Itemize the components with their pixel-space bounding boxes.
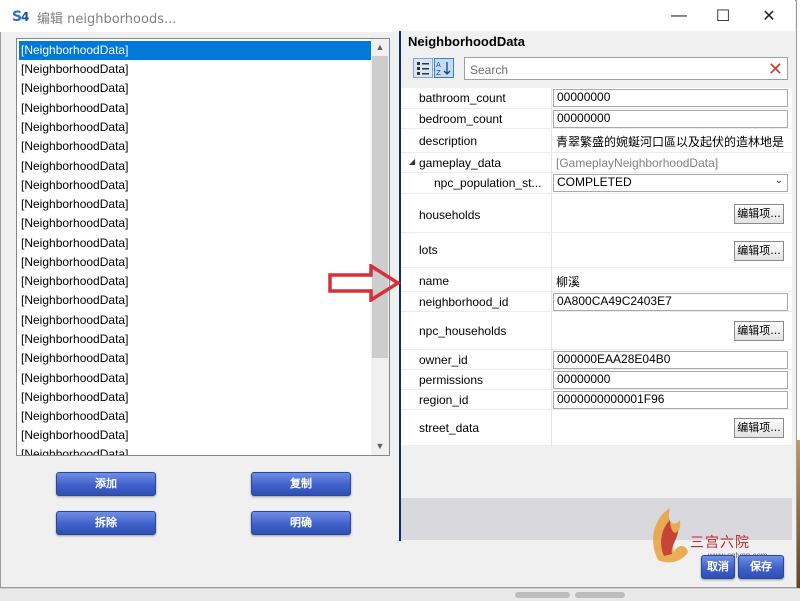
property-row-name: name 柳溪: [401, 268, 792, 292]
property-name: street_data: [419, 421, 480, 435]
property-row-npc-population-state: npc_population_st... COMPLETED ⌄: [401, 173, 792, 194]
property-grid: bathroom_count 00000000 bedroom_count 00…: [401, 88, 792, 446]
alphabetical-sort-icon[interactable]: AZ: [434, 58, 454, 78]
maximize-button[interactable]: ☐: [700, 0, 746, 32]
gameplay-data-value: [GameplayNeighborhoodData]: [556, 156, 719, 170]
collapse-triangle-icon[interactable]: ◢: [409, 157, 415, 166]
permissions-field[interactable]: 00000000: [553, 371, 788, 389]
owner-id-field[interactable]: 000000EAA28E04B0: [553, 351, 788, 369]
property-row-npc-households: npc_households 编辑项...: [401, 312, 792, 350]
list-item[interactable]: [NeighborhoodData]: [19, 41, 371, 60]
copy-button[interactable]: 复制: [251, 472, 351, 496]
property-row-region-id: region_id 0000000000001F96: [401, 390, 792, 410]
property-row-bedroom-count: bedroom_count 00000000: [401, 109, 792, 129]
property-name: neighborhood_id: [419, 295, 509, 309]
list-item[interactable]: [NeighborhoodData]: [19, 311, 371, 330]
npc-population-state-select[interactable]: COMPLETED ⌄: [553, 174, 788, 192]
add-button[interactable]: 添加: [56, 472, 156, 496]
red-arrow-icon: [328, 264, 401, 302]
property-name: households: [419, 208, 481, 222]
app-logo-icon: S 4: [12, 9, 29, 25]
list-item[interactable]: [NeighborhoodData]: [19, 272, 371, 291]
property-name: lots: [419, 243, 438, 257]
list-item[interactable]: [NeighborhoodData]: [19, 445, 371, 455]
select-value: COMPLETED: [557, 175, 632, 189]
list-item[interactable]: [NeighborhoodData]: [19, 426, 371, 445]
property-row-bathroom-count: bathroom_count 00000000: [401, 88, 792, 109]
clear-search-icon[interactable]: ✕: [768, 59, 783, 79]
list-item[interactable]: [NeighborhoodData]: [19, 388, 371, 407]
description-field[interactable]: 青翠繁盛的婉蜒河口區以及起伏的造林地是: [553, 133, 788, 151]
property-name: npc_population_st...: [434, 176, 542, 190]
edit-households-button[interactable]: 编辑项...: [734, 204, 784, 224]
property-name: region_id: [419, 393, 469, 407]
property-name: npc_households: [419, 324, 507, 338]
save-button[interactable]: 保存: [738, 555, 784, 579]
neighborhood-list[interactable]: [NeighborhoodData] [NeighborhoodData] [N…: [16, 38, 390, 456]
edit-street-data-button[interactable]: 编辑项...: [734, 418, 784, 438]
list-item[interactable]: [NeighborhoodData]: [19, 234, 371, 253]
remove-button[interactable]: 拆除: [56, 511, 156, 535]
property-name: gameplay_data: [419, 156, 502, 170]
bedroom-count-field[interactable]: 00000000: [553, 110, 788, 128]
list-item[interactable]: [NeighborhoodData]: [19, 349, 371, 368]
svg-text:A: A: [436, 61, 441, 69]
property-row-street-data: street_data 编辑项...: [401, 410, 792, 446]
property-name: bedroom_count: [419, 112, 503, 126]
neighborhood-id-field[interactable]: 0A800CA49C2403E7: [553, 293, 788, 311]
property-row-permissions: permissions 00000000: [401, 370, 792, 390]
list-item[interactable]: [NeighborhoodData]: [19, 118, 371, 137]
search-input[interactable]: [468, 60, 762, 79]
background-taskbar: [0, 588, 800, 601]
edit-npc-households-button[interactable]: 编辑项...: [734, 321, 784, 341]
property-row-households: households 编辑项...: [401, 194, 792, 233]
edit-lots-button[interactable]: 编辑项...: [734, 241, 784, 261]
search-box[interactable]: ✕: [464, 57, 788, 80]
list-item[interactable]: [NeighborhoodData]: [19, 195, 371, 214]
region-id-field[interactable]: 0000000000001F96: [553, 391, 788, 409]
list-item[interactable]: [NeighborhoodData]: [19, 157, 371, 176]
scrollbar-thumb[interactable]: [372, 56, 388, 358]
panel-title: NeighborhoodData: [408, 34, 525, 49]
minimize-button[interactable]: —: [656, 0, 702, 32]
scroll-down-icon[interactable]: ▼: [371, 438, 389, 455]
property-row-description: description 青翠繁盛的婉蜒河口區以及起伏的造林地是: [401, 129, 792, 153]
property-name: owner_id: [419, 353, 468, 367]
name-field[interactable]: 柳溪: [553, 273, 788, 291]
list-item[interactable]: [NeighborhoodData]: [19, 407, 371, 426]
property-name: permissions: [419, 373, 484, 387]
list-item[interactable]: [NeighborhoodData]: [19, 176, 371, 195]
property-row-gameplay-data: ◢ gameplay_data [GameplayNeighborhoodDat…: [401, 153, 792, 173]
list-item[interactable]: [NeighborhoodData]: [19, 291, 371, 310]
list-item[interactable]: [NeighborhoodData]: [19, 137, 371, 156]
list-item[interactable]: [NeighborhoodData]: [19, 253, 371, 272]
close-button[interactable]: ✕: [746, 0, 792, 32]
list-item[interactable]: [NeighborhoodData]: [19, 330, 371, 349]
list-item[interactable]: [NeighborhoodData]: [19, 214, 371, 233]
list-item[interactable]: [NeighborhoodData]: [19, 60, 371, 79]
bathroom-count-field[interactable]: 00000000: [553, 89, 788, 107]
svg-text:Z: Z: [436, 69, 441, 77]
categorized-view-icon[interactable]: [413, 58, 433, 78]
confirm-button[interactable]: 明确: [251, 511, 351, 535]
window-title: 编辑 neighborhoods...: [37, 12, 177, 27]
property-row-owner-id: owner_id 000000EAA28E04B0: [401, 350, 792, 370]
list-item[interactable]: [NeighborhoodData]: [19, 369, 371, 388]
watermark-text: 三宫六院: [690, 535, 750, 551]
svg-text:4: 4: [21, 10, 29, 24]
list-item[interactable]: [NeighborhoodData]: [19, 79, 371, 98]
cancel-button[interactable]: 取消: [701, 555, 735, 579]
list-scrollbar[interactable]: ▲ ▼: [371, 39, 389, 455]
list-item[interactable]: [NeighborhoodData]: [19, 99, 371, 118]
chevron-down-icon: ⌄: [774, 175, 783, 186]
property-name: description: [419, 134, 478, 148]
property-row-lots: lots 编辑项...: [401, 233, 792, 268]
property-name: name: [419, 274, 450, 288]
property-name: bathroom_count: [419, 91, 506, 105]
property-row-neighborhood-id: neighborhood_id 0A800CA49C2403E7: [401, 292, 792, 312]
scroll-up-icon[interactable]: ▲: [371, 39, 389, 56]
